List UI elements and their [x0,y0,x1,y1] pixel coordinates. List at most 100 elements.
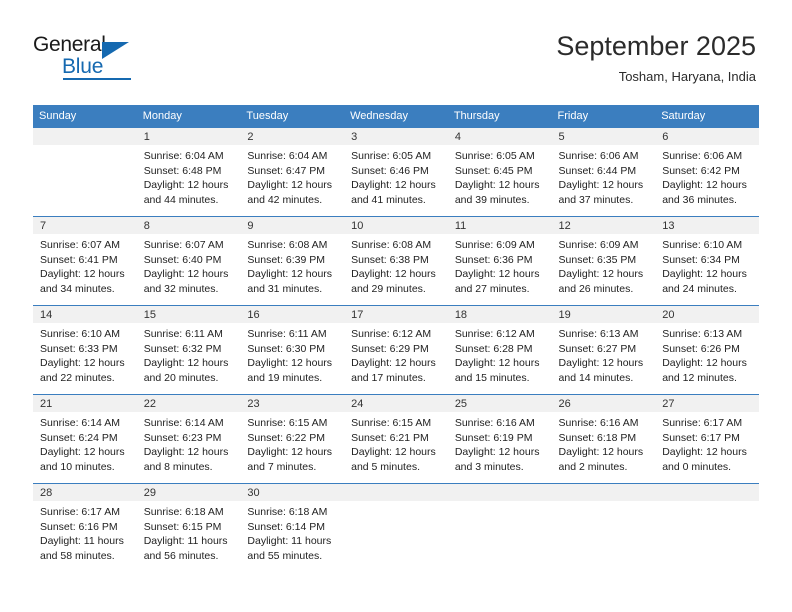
calendar-day-cell[interactable] [33,127,137,217]
sunset-text: Sunset: 6:35 PM [558,253,637,266]
daylight-text-line1: Daylight: 12 hours [351,357,436,369]
calendar-day-cell[interactable]: 28 Sunrise: 6:17 AM Sunset: 6:16 PM Dayligh… [33,483,137,572]
day-number: 10 [344,217,448,234]
calendar-day-cell[interactable]: 11 Sunrise: 6:09 AM Sunset: 6:36 PM Dayligh… [447,216,552,306]
calendar-day-cell[interactable]: 7 Sunrise: 6:07 AM Sunset: 6:41 PM Daylight… [33,216,137,306]
sunrise-text: Sunrise: 6:04 AM [247,150,328,162]
daylight-text-line1: Daylight: 12 hours [351,446,436,458]
calendar-day-cell[interactable]: 14 Sunrise: 6:10 AM Sunset: 6:33 PM Dayligh… [33,305,137,395]
sunset-text: Sunset: 6:17 PM [662,431,740,444]
calendar-day-cell[interactable] [551,483,656,572]
day-number: 21 [33,395,137,412]
calendar-day-cell[interactable]: 30 Sunrise: 6:18 AM Sunset: 6:14 PM Dayligh… [240,483,345,572]
sunrise-text: Sunrise: 6:10 AM [662,239,743,251]
calendar-day-cell[interactable]: 2 Sunrise: 6:04 AM Sunset: 6:47 PM Daylight… [240,127,345,217]
daylight-text-line1: Daylight: 12 hours [247,268,333,280]
calendar-day-cell[interactable] [344,483,448,572]
sunrise-text: Sunrise: 6:10 AM [40,328,120,340]
day-number: 11 [447,217,552,234]
calendar-day-cell[interactable]: 17 Sunrise: 6:12 AM Sunset: 6:29 PM Dayligh… [344,305,448,395]
day-details: Sunrise: 6:18 AM Sunset: 6:15 PM Daylight:… [136,501,241,572]
calendar-day-cell[interactable]: 12 Sunrise: 6:09 AM Sunset: 6:35 PM Dayligh… [551,216,656,306]
sunset-text: Sunset: 6:18 PM [558,431,637,444]
calendar-day-cell[interactable]: 26 Sunrise: 6:16 AM Sunset: 6:18 PM Dayligh… [551,394,656,484]
daylight-text-line2: and 20 minutes. [143,371,219,384]
day-number: 26 [551,395,656,412]
daylight-text-line2: and 32 minutes. [143,282,219,295]
sunset-text: Sunset: 6:33 PM [40,342,118,355]
calendar-day-cell[interactable]: 24 Sunrise: 6:15 AM Sunset: 6:21 PM Dayligh… [344,394,448,484]
sunrise-text: Sunrise: 6:09 AM [558,239,639,251]
day-details: Sunrise: 6:07 AM Sunset: 6:40 PM Daylight:… [136,234,241,305]
calendar-day-cell[interactable]: 25 Sunrise: 6:16 AM Sunset: 6:19 PM Dayligh… [447,394,552,484]
calendar-day-cell[interactable] [447,483,552,572]
calendar-day-cell[interactable]: 15 Sunrise: 6:11 AM Sunset: 6:32 PM Dayligh… [136,305,241,395]
day-details: Sunrise: 6:09 AM Sunset: 6:36 PM Daylight:… [447,234,552,305]
calendar-day-cell[interactable]: 5 Sunrise: 6:06 AM Sunset: 6:44 PM Daylight… [551,127,656,217]
calendar-body: 1 Sunrise: 6:04 AM Sunset: 6:48 PM Daylight… [33,127,759,572]
calendar-day-cell[interactable]: 20 Sunrise: 6:13 AM Sunset: 6:26 PM Dayligh… [655,305,759,395]
daylight-text-line1: Daylight: 12 hours [454,357,540,369]
calendar-day-cell[interactable]: 18 Sunrise: 6:12 AM Sunset: 6:28 PM Dayligh… [447,305,552,395]
logo-text-general: General [33,33,106,56]
calendar-day-cell[interactable]: 22 Sunrise: 6:14 AM Sunset: 6:23 PM Dayligh… [136,394,241,484]
sunset-text: Sunset: 6:32 PM [143,342,222,355]
day-details: Sunrise: 6:11 AM Sunset: 6:32 PM Daylight:… [136,323,241,394]
sunset-text: Sunset: 6:41 PM [40,253,118,266]
daylight-text-line2: and 41 minutes. [351,193,426,206]
calendar-day-cell[interactable]: 4 Sunrise: 6:05 AM Sunset: 6:45 PM Daylight… [447,127,552,217]
calendar-day-cell[interactable]: 27 Sunrise: 6:17 AM Sunset: 6:17 PM Dayligh… [655,394,759,484]
sunset-text: Sunset: 6:22 PM [247,431,326,444]
calendar-day-cell[interactable] [655,483,759,572]
calendar-day-cell[interactable]: 6 Sunrise: 6:06 AM Sunset: 6:42 PM Daylight… [655,127,759,217]
daylight-text-line2: and 3 minutes. [454,460,524,473]
day-details: Sunrise: 6:04 AM Sunset: 6:48 PM Daylight:… [136,145,241,216]
sunset-text: Sunset: 6:28 PM [454,342,533,355]
daylight-text-line2: and 17 minutes. [351,371,426,384]
day-number: 7 [33,217,137,234]
sunrise-text: Sunrise: 6:17 AM [40,506,120,518]
daylight-text-line1: Daylight: 12 hours [558,268,644,280]
daylight-text-line1: Daylight: 12 hours [558,446,644,458]
sunrise-text: Sunrise: 6:18 AM [247,506,328,518]
daylight-text-line2: and 10 minutes. [40,460,115,473]
logo-text-blue: Blue [62,55,104,78]
day-number: 1 [136,128,241,145]
calendar-day-cell[interactable]: 9 Sunrise: 6:08 AM Sunset: 6:39 PM Daylight… [240,216,345,306]
day-details: Sunrise: 6:12 AM Sunset: 6:29 PM Daylight:… [344,323,448,394]
sunrise-text: Sunrise: 6:04 AM [143,150,224,162]
calendar-day-cell[interactable]: 16 Sunrise: 6:11 AM Sunset: 6:30 PM Dayligh… [240,305,345,395]
calendar-day-cell[interactable]: 23 Sunrise: 6:15 AM Sunset: 6:22 PM Dayligh… [240,394,345,484]
day-number: 29 [136,484,241,501]
day-number: 22 [136,395,241,412]
daylight-text-line2: and 34 minutes. [40,282,115,295]
daylight-text-line2: and 0 minutes. [662,460,732,473]
sunrise-text: Sunrise: 6:16 AM [558,417,639,429]
day-details: Sunrise: 6:06 AM Sunset: 6:44 PM Daylight:… [551,145,656,216]
day-details [33,145,137,216]
daylight-text-line2: and 8 minutes. [143,460,213,473]
general-blue-logo[interactable]: General Blue [33,33,213,81]
day-number: 6 [655,128,759,145]
calendar-day-cell[interactable]: 1 Sunrise: 6:04 AM Sunset: 6:48 PM Daylight… [136,127,241,217]
daylight-text-line2: and 14 minutes. [558,371,634,384]
sunrise-text: Sunrise: 6:12 AM [351,328,432,340]
calendar-day-cell[interactable]: 10 Sunrise: 6:08 AM Sunset: 6:38 PM Dayligh… [344,216,448,306]
calendar-day-cell[interactable]: 21 Sunrise: 6:14 AM Sunset: 6:24 PM Dayligh… [33,394,137,484]
calendar-day-cell[interactable]: 13 Sunrise: 6:10 AM Sunset: 6:34 PM Dayligh… [655,216,759,306]
sunrise-text: Sunrise: 6:13 AM [662,328,743,340]
weekday-header-tuesday: Tuesday [240,105,345,128]
calendar-day-cell[interactable]: 29 Sunrise: 6:18 AM Sunset: 6:15 PM Dayligh… [136,483,241,572]
day-number [447,484,552,501]
day-number [33,128,137,145]
daylight-text-line1: Daylight: 11 hours [143,535,228,547]
sunrise-text: Sunrise: 6:05 AM [454,150,535,162]
calendar-day-cell[interactable]: 8 Sunrise: 6:07 AM Sunset: 6:40 PM Daylight… [136,216,241,306]
sunset-text: Sunset: 6:46 PM [351,164,429,177]
day-details: Sunrise: 6:16 AM Sunset: 6:19 PM Daylight:… [447,412,552,483]
calendar-day-cell[interactable]: 19 Sunrise: 6:13 AM Sunset: 6:27 PM Dayligh… [551,305,656,395]
day-details: Sunrise: 6:14 AM Sunset: 6:24 PM Daylight:… [33,412,137,483]
day-details: Sunrise: 6:05 AM Sunset: 6:45 PM Daylight:… [447,145,552,216]
sunrise-text: Sunrise: 6:06 AM [662,150,743,162]
calendar-day-cell[interactable]: 3 Sunrise: 6:05 AM Sunset: 6:46 PM Daylight… [344,127,448,217]
